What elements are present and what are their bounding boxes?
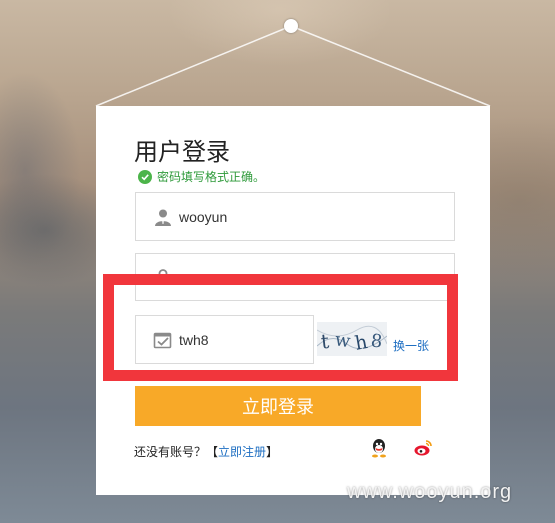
user-icon (153, 207, 173, 227)
register-prompt: 还没有账号？【立即注册】 (134, 443, 278, 460)
qq-penguin-icon[interactable] (369, 438, 389, 458)
username-field[interactable] (135, 192, 455, 241)
watermark: www.wooyun.org (347, 481, 513, 503)
validation-text: 密码填写格式正确。 (157, 170, 266, 184)
login-button[interactable]: 立即登录 (135, 386, 421, 426)
bracket-close: 】 (266, 445, 279, 459)
weibo-icon[interactable] (413, 438, 433, 458)
no-account-text: 还没有账号？ (134, 445, 207, 459)
register-link[interactable]: 立即注册 (218, 445, 266, 459)
captcha-highlight-box (103, 274, 458, 381)
username-input[interactable] (177, 193, 448, 240)
hanging-pin (284, 19, 298, 33)
page-title: 用户登录 (134, 138, 230, 166)
bracket-open: 【 (206, 445, 219, 459)
checkmark-icon (138, 169, 152, 184)
validation-message: 密码填写格式正确。 (138, 168, 265, 185)
